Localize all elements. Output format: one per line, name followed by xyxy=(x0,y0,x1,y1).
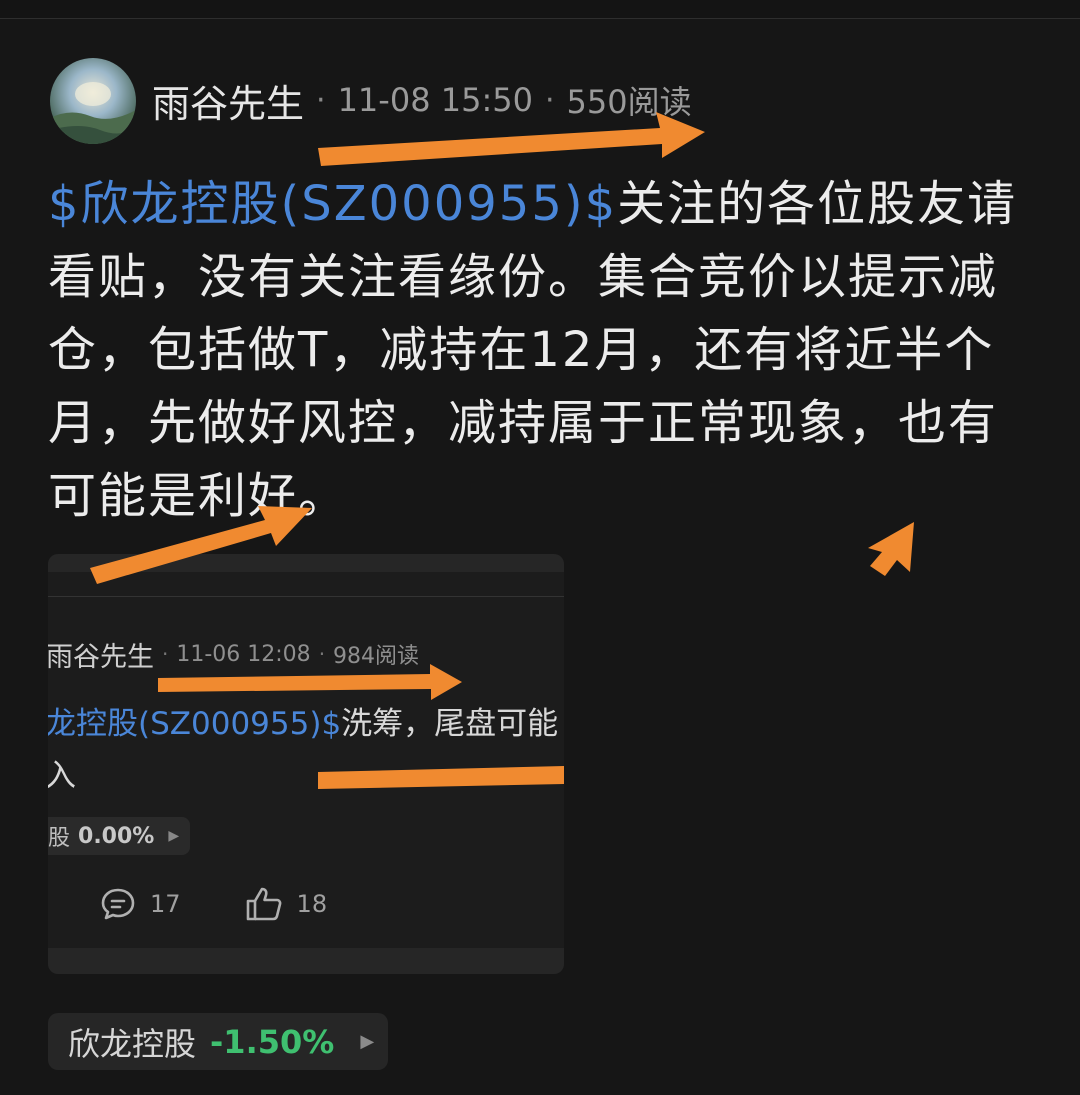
post-detail-page: 雨谷先生 · 11-08 15:50 · 550阅读 $欣龙控股(SZ00095… xyxy=(0,0,1080,1095)
post-meta: 雨谷先生 · 11-08 15:50 · 550阅读 xyxy=(152,74,692,126)
quoted-author-name: 雨谷先生 xyxy=(48,641,154,673)
quoted-post-meta: 雨谷先生 · 11-06 12:08 · 984阅读 xyxy=(48,634,419,674)
comment-button[interactable]: 17 xyxy=(100,886,181,922)
quoted-post-body: 龙控股(SZ000955)$洗筹，尾盘可能 入 xyxy=(48,698,564,802)
author-avatar[interactable] xyxy=(50,58,136,144)
comment-count: 17 xyxy=(150,890,181,918)
meta-separator: · xyxy=(544,82,555,118)
quoted-card-footer xyxy=(48,948,564,974)
author-name[interactable]: 雨谷先生 xyxy=(152,73,304,128)
quoted-stock-tag-name: 股 xyxy=(48,826,71,851)
quoted-card-header xyxy=(48,554,564,572)
like-button[interactable]: 18 xyxy=(245,886,328,922)
quoted-card-divider xyxy=(48,596,564,597)
like-count: 18 xyxy=(296,890,328,918)
post-body: $欣龙控股(SZ000955)$关注的各位股友请看贴，没有关注看缘份。集合竞价以… xyxy=(48,168,1038,533)
quoted-post-text-line: 洗筹，尾盘可能 xyxy=(341,706,559,742)
thumbs-up-icon xyxy=(246,887,281,921)
quoted-stock-link[interactable]: 龙控股(SZ000955)$ xyxy=(48,706,341,742)
stock-tag[interactable]: 欣龙控股 -1.50% ▶ xyxy=(48,1013,388,1070)
comment-icon xyxy=(101,888,135,920)
meta-separator: · xyxy=(316,82,326,118)
quoted-post-card[interactable]: 雨谷先生 · 11-06 12:08 · 984阅读 龙控股(SZ000955)… xyxy=(48,554,564,974)
meta-separator: · xyxy=(162,642,169,666)
quoted-read-count: 984阅读 xyxy=(333,644,420,669)
play-arrow-icon: ▶ xyxy=(168,828,180,844)
post-date: 11-08 15:50 xyxy=(337,81,533,119)
top-divider xyxy=(0,0,1080,19)
read-count: 550阅读 xyxy=(566,83,692,121)
quoted-stock-tag-change: 0.00% xyxy=(78,823,155,849)
quoted-post-actions: 17 18 xyxy=(100,884,391,924)
quoted-post-date: 11-06 12:08 xyxy=(176,641,311,667)
stock-tag-change: -1.50% xyxy=(210,1022,335,1061)
stock-tag-name: 欣龙控股 xyxy=(68,1024,197,1063)
play-arrow-icon: ▶ xyxy=(360,1031,375,1052)
meta-separator: · xyxy=(318,642,326,666)
avatar-image xyxy=(50,58,136,144)
stock-link[interactable]: $欣龙控股(SZ000955)$ xyxy=(48,176,617,232)
quoted-post-text-line: 入 xyxy=(48,758,76,794)
quoted-stock-tag[interactable]: 股 0.00% ▶ xyxy=(48,817,190,855)
